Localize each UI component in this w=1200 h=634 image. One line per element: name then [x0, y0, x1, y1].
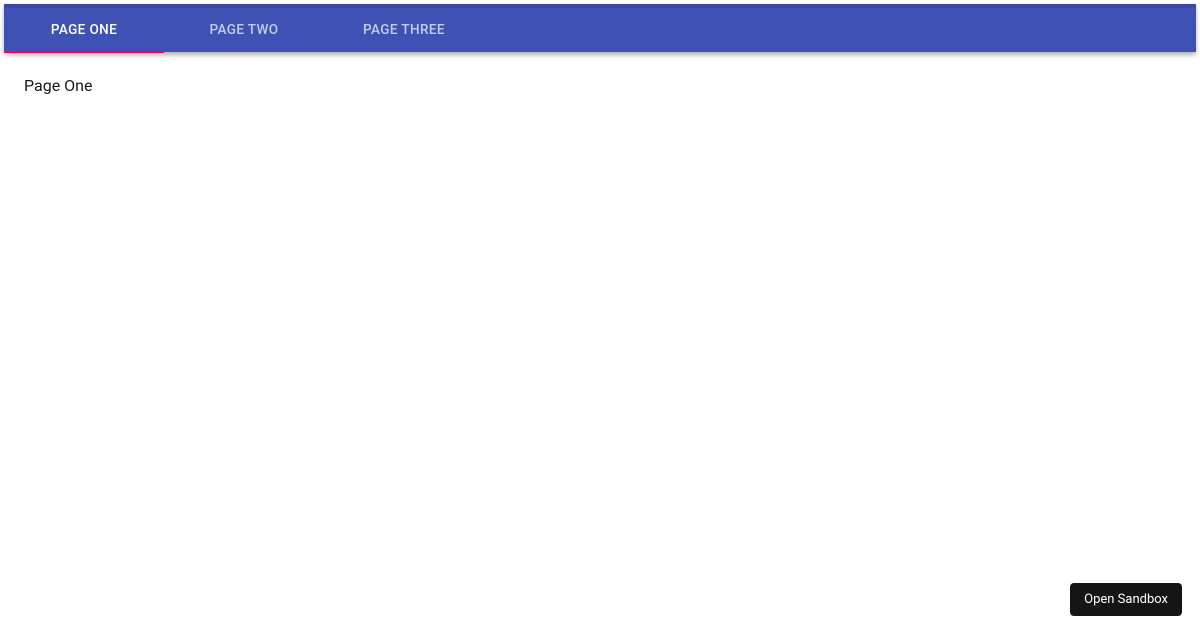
open-sandbox-label: Open Sandbox — [1084, 592, 1168, 607]
page-content-text: Page One — [24, 76, 92, 95]
tab-page-three[interactable]: Page Three — [324, 8, 484, 52]
tab-label: Page Two — [209, 22, 278, 38]
tab-label: Page One — [51, 22, 117, 38]
tab-page-one[interactable]: Page One — [4, 8, 164, 52]
tab-label: Page Three — [363, 22, 445, 38]
tab-panel: Page One — [0, 52, 1200, 119]
app-bar: Page One Page Two Page Three — [4, 4, 1196, 52]
tabs-container: Page One Page Two Page Three — [4, 8, 1196, 52]
tab-page-two[interactable]: Page Two — [164, 8, 324, 52]
open-sandbox-button[interactable]: Open Sandbox — [1070, 583, 1182, 616]
